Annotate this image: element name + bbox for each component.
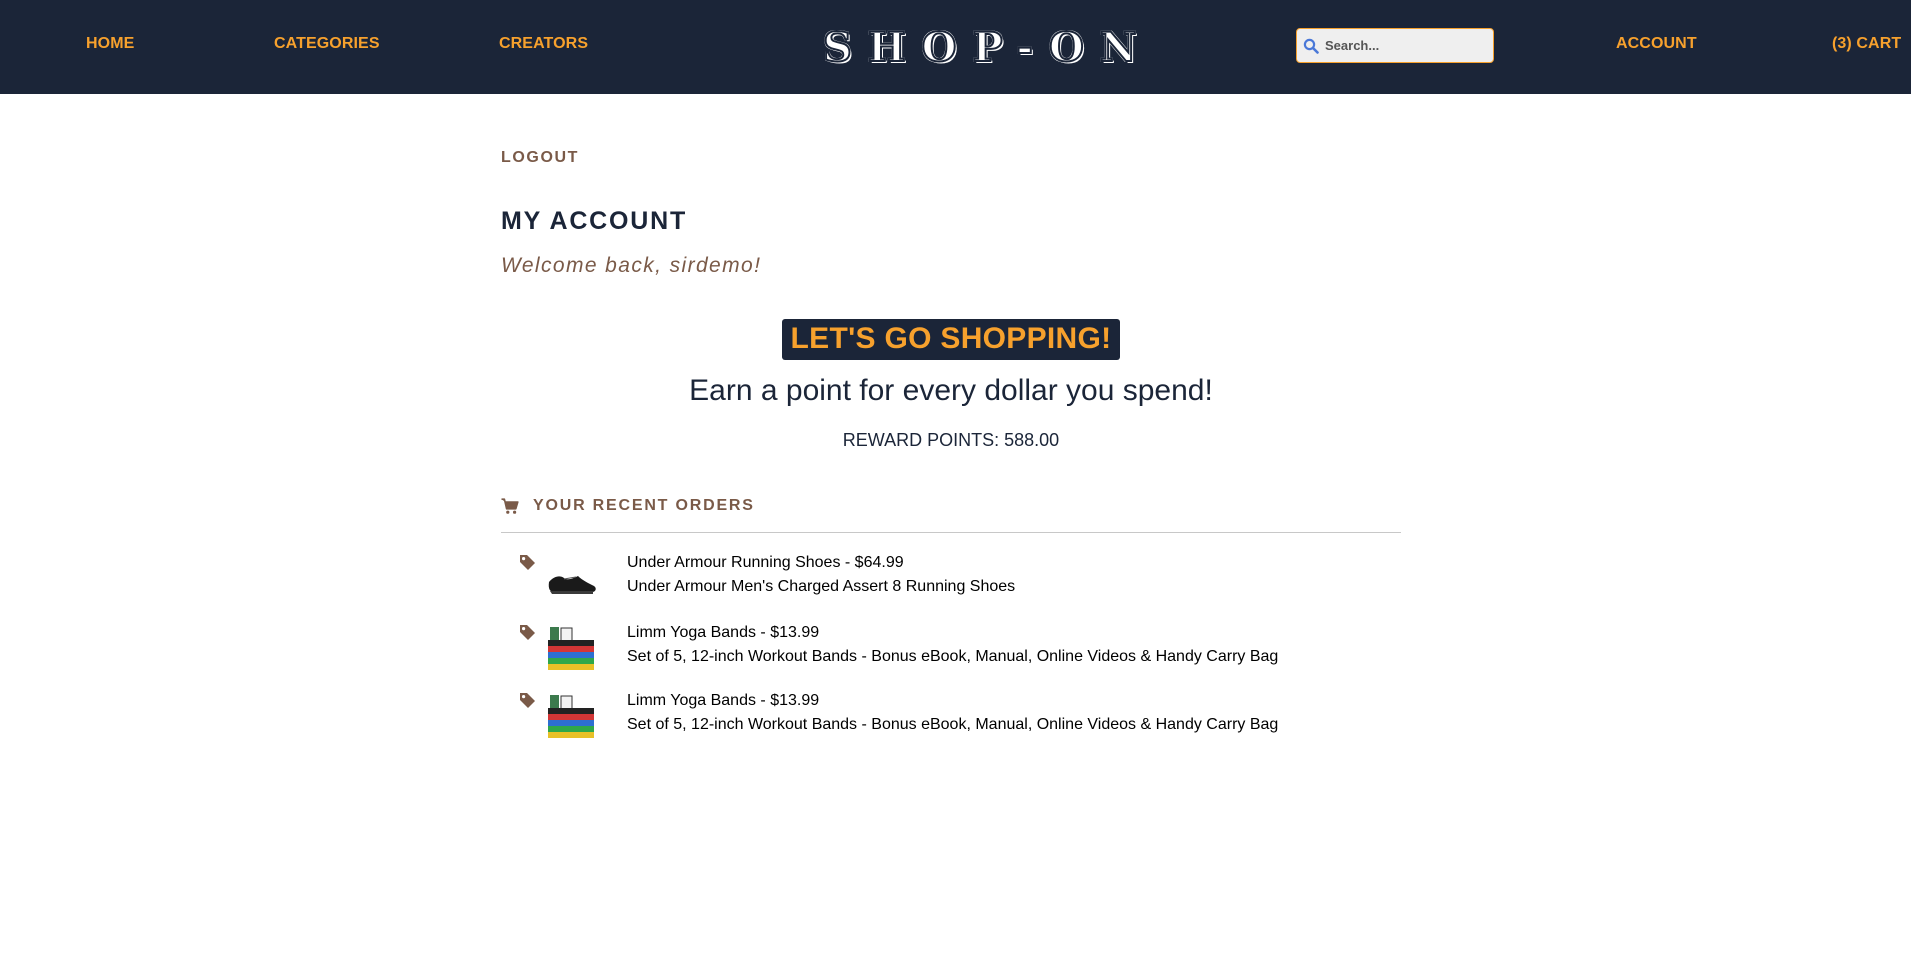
order-thumbnail-yoga-bands	[548, 627, 594, 670]
order-item-name: Limm Yoga Bands - $13.99	[627, 692, 820, 709]
order-item-description: Under Armour Men's Charged Assert 8 Runn…	[627, 578, 1016, 595]
nav-account-link[interactable]: ACCOUNT	[1616, 35, 1697, 53]
page-title: MY ACCOUNT	[501, 207, 688, 235]
search-box[interactable]	[1296, 28, 1494, 63]
order-list-item[interactable]: Limm Yoga Bands - $13.99 Set of 5, 12-in…	[501, 624, 1401, 674]
search-icon	[1303, 38, 1319, 54]
logout-link[interactable]: LOGOUT	[501, 149, 579, 167]
nav-home-link[interactable]: HOME	[86, 35, 134, 53]
order-list-item[interactable]: Limm Yoga Bands - $13.99 Set of 5, 12-in…	[501, 692, 1401, 742]
order-list-item[interactable]: Under Armour Running Shoes - $64.99 Unde…	[501, 554, 1401, 604]
order-item-description: Set of 5, 12-inch Workout Bands - Bonus …	[627, 648, 1279, 665]
recent-orders-header: YOUR RECENT ORDERS	[501, 497, 1401, 533]
order-thumbnail-yoga-bands	[548, 695, 594, 738]
site-logo-text: SHOP-ON	[822, 24, 1153, 71]
cart-icon	[501, 498, 519, 514]
order-thumbnail-shoe	[548, 576, 596, 594]
promo-subtitle: Earn a point for every dollar you spend!	[689, 374, 1213, 407]
tag-icon	[520, 625, 535, 640]
order-item-name: Limm Yoga Bands - $13.99	[627, 624, 820, 641]
promo-banner: LET'S GO SHOPPING!	[501, 319, 1401, 360]
order-item-description: Set of 5, 12-inch Workout Bands - Bonus …	[627, 716, 1279, 733]
top-navbar: HOME CATEGORIES CREATORS SHOP-ON ACCOUNT…	[0, 0, 1911, 94]
nav-cart-link[interactable]: (3) CART	[1832, 35, 1901, 53]
order-item-name: Under Armour Running Shoes - $64.99	[627, 554, 904, 571]
welcome-message: Welcome back, sirdemo!	[501, 254, 762, 277]
site-logo[interactable]: SHOP-ON	[822, 24, 1153, 71]
recent-orders-title: YOUR RECENT ORDERS	[533, 497, 755, 514]
tag-icon	[520, 555, 535, 570]
reward-points: REWARD POINTS: 588.00	[842, 430, 1060, 450]
search-input[interactable]	[1325, 38, 1485, 53]
nav-categories-link[interactable]: CATEGORIES	[274, 35, 380, 53]
nav-creators-link[interactable]: CREATORS	[499, 35, 588, 53]
tag-icon	[520, 693, 535, 708]
promo-shopping-button[interactable]: LET'S GO SHOPPING!	[781, 319, 1121, 360]
